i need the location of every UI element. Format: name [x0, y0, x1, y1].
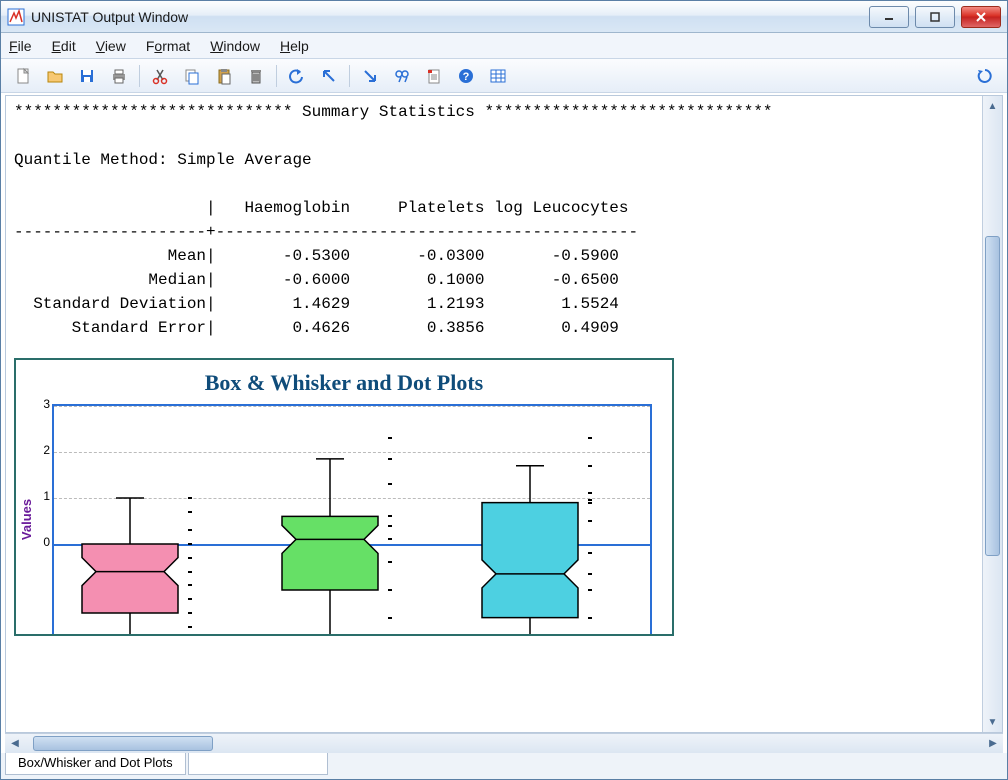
- boxplot-series: [262, 406, 398, 634]
- dot-point: [188, 511, 192, 513]
- dot-point: [388, 538, 392, 540]
- minimize-button[interactable]: [869, 6, 909, 28]
- chart-yticks: 0123: [36, 404, 52, 634]
- dot-point: [388, 589, 392, 591]
- dot-point: [188, 584, 192, 586]
- menu-window[interactable]: Window: [210, 38, 260, 54]
- undo-icon[interactable]: [283, 63, 311, 89]
- menu-help[interactable]: Help: [280, 38, 309, 54]
- dot-point: [588, 589, 592, 591]
- dot-point: [388, 617, 392, 619]
- boxplot-series: [62, 406, 198, 634]
- boxplot-series: [462, 406, 598, 634]
- dot-point: [588, 502, 592, 504]
- chart-plot-area: [52, 404, 652, 634]
- dot-point: [188, 543, 192, 545]
- dot-point: [388, 525, 392, 527]
- print-icon[interactable]: [105, 63, 133, 89]
- toolbar-separator: [276, 65, 277, 87]
- scroll-thumb[interactable]: [985, 236, 1000, 556]
- output-document[interactable]: ***************************** Summary St…: [6, 96, 982, 732]
- paste-icon[interactable]: [210, 63, 238, 89]
- dot-point: [188, 626, 192, 628]
- dot-point: [188, 571, 192, 573]
- dot-point: [588, 552, 592, 554]
- app-icon: [7, 8, 25, 26]
- menu-format[interactable]: Format: [146, 38, 190, 54]
- dot-point: [588, 492, 592, 494]
- tab-bar: Box/Whisker and Dot Plots: [1, 753, 1007, 779]
- dot-point: [388, 515, 392, 517]
- output-text: ***************************** Summary St…: [14, 100, 974, 340]
- titlebar: UNISTAT Output Window: [1, 1, 1007, 33]
- menubar: File Edit View Format Window Help: [1, 33, 1007, 59]
- dot-point: [188, 497, 192, 499]
- tab-blank[interactable]: [188, 753, 328, 775]
- properties-icon[interactable]: [420, 63, 448, 89]
- menu-file[interactable]: File: [9, 38, 32, 54]
- app-window: UNISTAT Output Window File Edit View For…: [0, 0, 1008, 780]
- scroll-track[interactable]: [983, 116, 1002, 712]
- dot-point: [388, 561, 392, 563]
- close-button[interactable]: [961, 6, 1001, 28]
- find-icon[interactable]: [388, 63, 416, 89]
- help-icon[interactable]: ?: [452, 63, 480, 89]
- content-area: ***************************** Summary St…: [5, 95, 1003, 733]
- save-file-icon[interactable]: [73, 63, 101, 89]
- new-file-icon[interactable]: [9, 63, 37, 89]
- tab-boxwhisker[interactable]: Box/Whisker and Dot Plots: [5, 753, 186, 775]
- vertical-scrollbar[interactable]: ▲ ▼: [982, 96, 1002, 732]
- dot-point: [588, 437, 592, 439]
- toolbar-separator: [139, 65, 140, 87]
- nw-arrow-icon[interactable]: [315, 63, 343, 89]
- toolbar-separator: [349, 65, 350, 87]
- dot-point: [588, 465, 592, 467]
- copy-icon[interactable]: [178, 63, 206, 89]
- toolbar: ?: [1, 59, 1007, 93]
- dot-point: [388, 458, 392, 460]
- table-icon[interactable]: [484, 63, 512, 89]
- dot-point: [188, 612, 192, 614]
- cut-icon[interactable]: [146, 63, 174, 89]
- dot-point: [188, 529, 192, 531]
- chart-container: Box & Whisker and Dot Plots Values 0123: [14, 358, 674, 636]
- maximize-button[interactable]: [915, 6, 955, 28]
- chart-title: Box & Whisker and Dot Plots: [18, 364, 670, 404]
- se-arrow-icon[interactable]: [356, 63, 384, 89]
- menu-edit[interactable]: Edit: [52, 38, 76, 54]
- menu-view[interactable]: View: [96, 38, 126, 54]
- delete-icon[interactable]: [242, 63, 270, 89]
- scroll-right-icon[interactable]: ▶: [983, 734, 1003, 753]
- dot-point: [588, 573, 592, 575]
- scroll-track[interactable]: [25, 734, 983, 753]
- dot-point: [188, 598, 192, 600]
- dot-point: [388, 437, 392, 439]
- dot-point: [588, 617, 592, 619]
- scroll-up-icon[interactable]: ▲: [983, 96, 1002, 116]
- open-file-icon[interactable]: [41, 63, 69, 89]
- dot-point: [588, 499, 592, 501]
- dot-point: [588, 520, 592, 522]
- scroll-down-icon[interactable]: ▼: [983, 712, 1002, 732]
- scroll-thumb[interactable]: [33, 736, 213, 751]
- svg-text:?: ?: [463, 71, 470, 83]
- dot-point: [388, 483, 392, 485]
- dot-point: [188, 557, 192, 559]
- window-title: UNISTAT Output Window: [31, 9, 869, 25]
- refresh-icon[interactable]: [971, 63, 999, 89]
- window-controls: [869, 6, 1001, 28]
- horizontal-scrollbar[interactable]: ◀ ▶: [5, 733, 1003, 753]
- chart-ylabel: Values: [18, 404, 36, 634]
- scroll-left-icon[interactable]: ◀: [5, 734, 25, 753]
